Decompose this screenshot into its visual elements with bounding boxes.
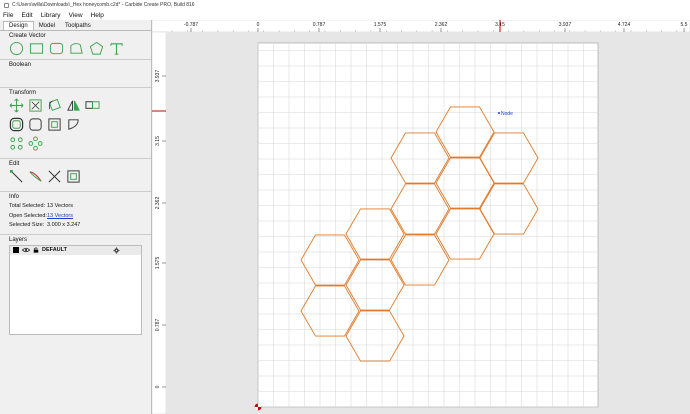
- join-icon[interactable]: [28, 169, 43, 184]
- total-selected-label: Total Selected:: [9, 203, 46, 209]
- curve-icon[interactable]: [69, 41, 84, 56]
- menu-help[interactable]: Help: [91, 12, 104, 19]
- app-icon: [4, 2, 9, 8]
- edit-title: Edit: [9, 161, 20, 167]
- move-icon[interactable]: [9, 98, 24, 113]
- layer-row[interactable]: DEFAULT: [10, 245, 141, 255]
- top-ruler-label: 0: [257, 22, 260, 28]
- node-label: Node: [501, 111, 513, 117]
- info-section: Info Total Selected: 13 Vectors Open Sele…: [0, 192, 151, 235]
- tab-toolpaths[interactable]: Toolpaths: [60, 22, 96, 30]
- select-node-icon[interactable]: [9, 169, 24, 184]
- fillet-icon[interactable]: [28, 117, 43, 132]
- scale-icon[interactable]: [28, 98, 43, 113]
- create-vector-title: Create Vector: [9, 33, 46, 39]
- layer-color-swatch[interactable]: [13, 247, 19, 253]
- node-point[interactable]: [498, 112, 500, 114]
- top-ruler-label: -0.787: [184, 22, 198, 28]
- left-ruler-label: 2.362: [155, 197, 161, 210]
- edit-section: Edit: [0, 159, 151, 192]
- circle-icon[interactable]: [9, 41, 24, 56]
- open-selected-link[interactable]: 13 Vectors: [47, 212, 73, 222]
- transform-section: Transform: [0, 88, 151, 159]
- menu-library[interactable]: Library: [41, 12, 61, 19]
- transform-title: Transform: [9, 90, 37, 96]
- rectangle-icon[interactable]: [29, 41, 44, 56]
- selected-size-value: 3.000 x 3.247: [47, 222, 81, 228]
- array-icon[interactable]: [85, 98, 100, 113]
- boolean-section: Boolean: [0, 60, 151, 88]
- left-ruler-label: 0.787: [155, 319, 161, 332]
- layer-name: DEFAULT: [42, 247, 67, 253]
- layers-list: DEFAULT: [9, 244, 142, 335]
- trim-icon[interactable]: [47, 169, 62, 184]
- left-panel: Design Model Toolpaths Create Vector Boo…: [0, 20, 152, 414]
- canvas-drawing[interactable]: -0.78700.7871.5752.3623.153.9374.7245.5 …: [152, 20, 690, 414]
- boolean-title: Boolean: [9, 62, 32, 68]
- open-selected-label: Open Selected:: [9, 212, 47, 219]
- origin-marker-icon: [254, 403, 262, 411]
- top-ruler-label: 2.362: [435, 22, 448, 28]
- top-ruler-label: 4.724: [618, 22, 631, 28]
- stock-sheet: [257, 42, 599, 408]
- offset-icon[interactable]: [9, 117, 24, 132]
- top-ruler-label: 1.575: [374, 22, 387, 28]
- left-ruler-label: 3.15: [155, 136, 161, 146]
- text-icon[interactable]: [109, 41, 124, 56]
- align-icon[interactable]: [47, 117, 62, 132]
- tab-model[interactable]: Model: [34, 22, 60, 30]
- left-ruler: [152, 31, 167, 414]
- group-icon[interactable]: [9, 136, 24, 151]
- top-ruler-label: 3.937: [559, 22, 572, 28]
- left-ruler-label: 0: [155, 385, 161, 388]
- design-canvas[interactable]: -0.78700.7871.5752.3623.153.9374.7245.5 …: [152, 20, 690, 414]
- menu-view[interactable]: View: [69, 12, 83, 19]
- selected-size-label: Selected Size:: [9, 222, 45, 228]
- menu-file[interactable]: File: [3, 12, 13, 19]
- tab-design[interactable]: Design: [3, 21, 34, 30]
- layers-title: Layers: [9, 236, 28, 243]
- ungroup-icon[interactable]: [28, 136, 43, 151]
- create-vector-section: Create Vector: [0, 31, 151, 60]
- top-ruler-label: 0.787: [313, 22, 326, 28]
- title-bar: C:\Users\willa\Downloads\_Hex honeycomb.…: [0, 0, 690, 10]
- lock-icon[interactable]: [33, 247, 39, 253]
- polygon-icon[interactable]: [89, 41, 104, 56]
- layers-section: Layers DEFAULT: [0, 235, 151, 338]
- left-ruler-label: 1.575: [155, 257, 161, 270]
- mirror-icon[interactable]: [66, 98, 81, 113]
- top-ruler-label: 5.5: [681, 22, 688, 28]
- menu-edit[interactable]: Edit: [21, 12, 32, 19]
- eye-icon[interactable]: [22, 247, 30, 253]
- info-title: Info: [9, 194, 20, 200]
- menu-bar: File Edit Library View Help: [0, 10, 690, 20]
- total-selected-value: 13 Vectors: [47, 203, 73, 209]
- left-ruler-label: 3.937: [155, 70, 161, 83]
- node-edit-icon[interactable]: [66, 117, 81, 132]
- bounding-box-icon[interactable]: [66, 169, 81, 184]
- top-ruler: [152, 20, 690, 33]
- rotate-icon[interactable]: [47, 98, 62, 113]
- window-title: C:\Users\willa\Downloads\_Hex honeycomb.…: [12, 2, 195, 8]
- rounded-rectangle-icon[interactable]: [49, 41, 64, 56]
- gear-icon[interactable]: [113, 246, 120, 254]
- panel-tabs: Design Model Toolpaths: [0, 20, 151, 31]
